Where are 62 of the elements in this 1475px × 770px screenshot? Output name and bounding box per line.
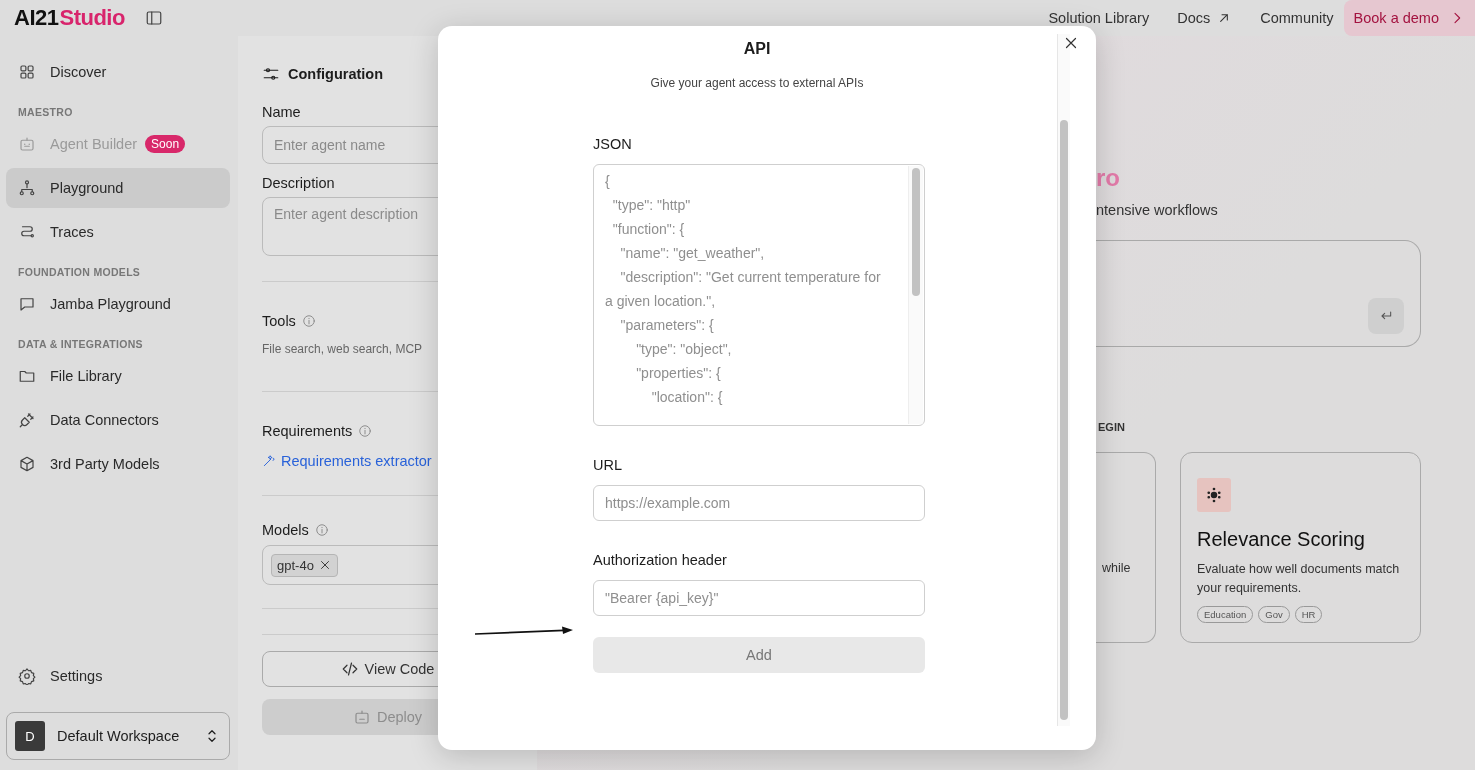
workspace-avatar: D [15,721,45,751]
sidebar-item[interactable]: Traces [6,212,230,252]
text-field[interactable]: "Bearer {api_key}" [593,580,925,616]
nav-link[interactable]: Community [1260,10,1334,26]
card-title: Relevance Scoring [1197,528,1366,551]
plug-icon [18,411,36,429]
field-label: JSON [593,136,633,154]
sidebar-item[interactable]: Data Connectors [6,400,230,440]
workspace-selector[interactable]: D Default Workspace [6,712,230,760]
submit-button[interactable] [1368,298,1404,334]
soon-badge: Soon [145,135,186,153]
dots-icon [1205,486,1223,504]
requirements-link[interactable]: Requirements extractor [262,453,513,469]
info-icon [314,523,329,537]
network-icon [18,179,36,197]
field-label: Name [262,104,301,120]
nav-link[interactable]: Solution Library [1048,10,1150,26]
robot-icon [352,708,371,726]
section-label: Tools [262,313,296,329]
section-heading: FOUNDATION MODELS [17,265,142,280]
logo-text: Studio [59,5,125,31]
section-heading: DATA & INTEGRATIONS [17,337,144,352]
sidebar-item[interactable]: Jamba Playground [6,284,230,324]
info-icon [358,424,373,438]
sidebar-item[interactable]: Discover [6,52,230,92]
section-label: Models [262,522,309,538]
url-field[interactable]: https://example.com [593,485,925,521]
dialog-subtitle: Give your agent access to external APIs [649,76,865,90]
info-icon [301,314,316,328]
model-tag: gpt-4o [271,553,338,577]
template-card[interactable]: Relevance Scoring Evaluate how well documents match your requirements. Education Gov HR [1180,452,1421,643]
book-demo-button[interactable]: Book a demo [1343,0,1475,36]
sliders-icon [262,65,280,83]
magic-wand-icon [262,454,276,468]
chat-icon [18,295,36,313]
dialog-title: API [742,39,772,59]
robot-icon [18,135,36,153]
sidebar-item[interactable]: 3rd Party Models [6,444,230,484]
logo-text: AI21 [14,5,59,31]
cube-icon [18,455,36,473]
scrollbar[interactable] [1057,34,1070,726]
card-description: while [1102,561,1131,575]
field-label: Description [262,175,335,191]
sidebar-toggle-icon [144,9,163,27]
sidebar-item[interactable]: Playground [6,168,230,208]
page-heading: ro [1096,164,1121,193]
code-icon [340,660,359,678]
section-label: EGIN [1098,421,1126,433]
section-label: Requirements [262,423,353,439]
scrollbar[interactable] [908,166,923,424]
grid-icon [18,63,36,81]
prompt-box[interactable] [1096,240,1421,347]
sidebar-item[interactable]: File Library [6,356,230,396]
sidebar-item[interactable]: Settings [6,656,230,696]
field-label: Authorization header [593,552,728,570]
card-description: Evaluate how well documents match your requirements. [1197,561,1401,597]
tools-hint: File search, web search, MCP [262,342,424,356]
section-heading: MAESTRO [17,105,74,120]
page-subtitle: ntensive workflows [1096,202,1219,218]
field-label: URL [593,457,623,475]
gear-icon [18,667,36,685]
nav-link[interactable]: Docs [1177,10,1233,26]
